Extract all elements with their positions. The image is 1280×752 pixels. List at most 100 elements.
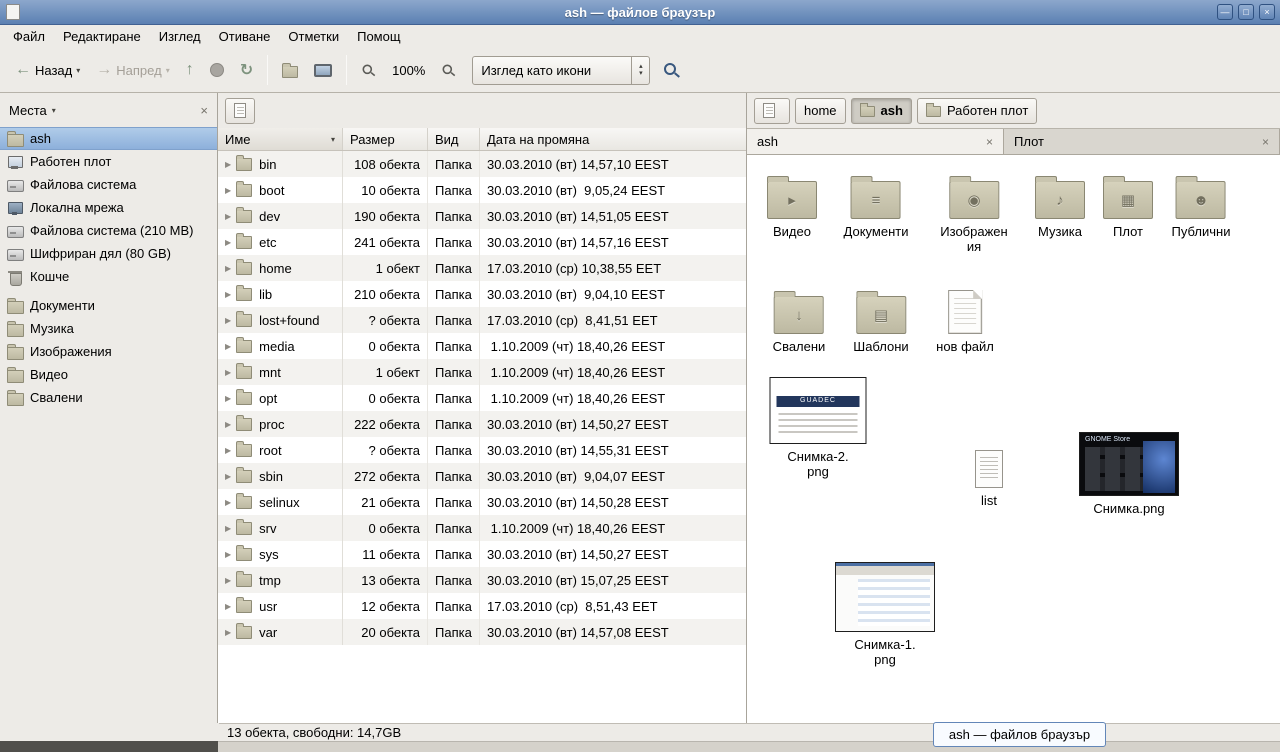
table-row[interactable]: ▶ etc 241 обекта Папка 30.03.2010 (вт) 1… xyxy=(218,229,746,255)
expander-icon[interactable]: ▶ xyxy=(225,576,231,585)
root-location-button[interactable] xyxy=(225,98,255,124)
file-icon[interactable]: ▤ xyxy=(856,296,906,334)
tab-close-icon[interactable]: × xyxy=(986,135,993,149)
up-button[interactable]: ↑ xyxy=(178,53,202,87)
file-icon[interactable]: ◉ xyxy=(949,181,999,219)
expander-icon[interactable]: ▶ xyxy=(225,290,231,299)
file-icon[interactable]: ↓ xyxy=(774,296,824,334)
file-icon[interactable]: ♪ xyxy=(1035,181,1085,219)
column-header-size[interactable]: Размер xyxy=(343,128,428,150)
expander-icon[interactable]: ▶ xyxy=(225,368,231,377)
file-item[interactable]: ☻ Публични xyxy=(1172,175,1231,239)
expander-icon[interactable]: ▶ xyxy=(225,498,231,507)
pathbar-button[interactable]: ash xyxy=(851,98,912,124)
reload-button[interactable]: ↻ xyxy=(232,53,261,87)
tab[interactable]: Плот × xyxy=(1004,129,1280,154)
expander-icon[interactable]: ▶ xyxy=(225,186,231,195)
column-header-name[interactable]: Име ▾ xyxy=(218,128,343,150)
table-row[interactable]: ▶ sbin 272 обекта Папка 30.03.2010 (вт) … xyxy=(218,463,746,489)
expander-icon[interactable]: ▶ xyxy=(225,472,231,481)
table-row[interactable]: ▶ lib 210 обекта Папка 30.03.2010 (вт) 9… xyxy=(218,281,746,307)
file-icon[interactable] xyxy=(975,450,1003,488)
sidebar-title[interactable]: Места xyxy=(9,103,47,118)
menu-item[interactable]: Помощ xyxy=(348,26,409,47)
expander-icon[interactable]: ▶ xyxy=(225,524,231,533)
table-row[interactable]: ▶ selinux 21 обекта Папка 30.03.2010 (вт… xyxy=(218,489,746,515)
file-icon[interactable]: ▦ xyxy=(1103,181,1153,219)
zoom-in-button[interactable] xyxy=(433,53,464,87)
sidebar-item[interactable]: Кошче xyxy=(0,265,217,288)
maximize-button[interactable]: □ xyxy=(1238,4,1254,20)
table-row[interactable]: ▶ usr 12 обекта Папка 17.03.2010 (ср) 8,… xyxy=(218,593,746,619)
menu-item[interactable]: Файл xyxy=(4,26,54,47)
computer-button[interactable] xyxy=(306,53,340,87)
back-button[interactable]: ← Назад ▾ xyxy=(7,53,88,87)
file-item[interactable]: ▦ Плот xyxy=(1103,175,1153,239)
table-row[interactable]: ▶ media 0 обекта Папка 1.10.2009 (чт) 18… xyxy=(218,333,746,359)
expander-icon[interactable]: ▶ xyxy=(225,420,231,429)
sidebar-item[interactable]: Музика xyxy=(0,317,217,340)
tab[interactable]: ash × xyxy=(747,129,1004,154)
file-item[interactable]: Снимка-1. png xyxy=(835,562,935,667)
file-icon[interactable] xyxy=(948,290,982,334)
minimize-button[interactable]: — xyxy=(1217,4,1233,20)
sidebar-item[interactable]: Шифриран дял (80 GB) xyxy=(0,242,217,265)
stop-button[interactable] xyxy=(202,53,232,87)
home-button[interactable] xyxy=(274,53,306,87)
file-item[interactable]: ◉ Изображен ия xyxy=(940,175,1007,254)
chevron-down-icon[interactable]: ▾ xyxy=(52,106,56,115)
file-icon[interactable]: GNOME Store xyxy=(1079,432,1179,496)
table-row[interactable]: ▶ home 1 обект Папка 17.03.2010 (ср) 10,… xyxy=(218,255,746,281)
file-icon[interactable]: ☻ xyxy=(1176,181,1226,219)
close-button[interactable]: × xyxy=(1259,4,1275,20)
table-row[interactable]: ▶ sys 11 обекта Папка 30.03.2010 (вт) 14… xyxy=(218,541,746,567)
sidebar-item[interactable]: Работен плот xyxy=(0,150,217,173)
file-item[interactable]: ↓ Свалени xyxy=(773,290,826,354)
column-header-date[interactable]: Дата на промяна xyxy=(480,128,746,150)
expander-icon[interactable]: ▶ xyxy=(225,394,231,403)
table-row[interactable]: ▶ boot 10 обекта Папка 30.03.2010 (вт) 9… xyxy=(218,177,746,203)
titlebar[interactable]: ash — файлов браузър — □ × xyxy=(0,0,1280,25)
expander-icon[interactable]: ▶ xyxy=(225,316,231,325)
expander-icon[interactable]: ▶ xyxy=(225,160,231,169)
taskbar-window-button[interactable]: ash — файлов браузър xyxy=(933,722,1106,747)
zoom-out-button[interactable] xyxy=(353,53,384,87)
expander-icon[interactable]: ▶ xyxy=(225,264,231,273)
menu-item[interactable]: Отметки xyxy=(279,26,348,47)
chevron-down-icon[interactable]: ▾ xyxy=(76,66,80,75)
pathbar-button[interactable] xyxy=(754,98,790,124)
sidebar-item[interactable]: Свалени xyxy=(0,386,217,409)
sidebar-item[interactable]: Изображения xyxy=(0,340,217,363)
expander-icon[interactable]: ▶ xyxy=(225,602,231,611)
table-row[interactable]: ▶ tmp 13 обекта Папка 30.03.2010 (вт) 15… xyxy=(218,567,746,593)
file-icon[interactable] xyxy=(835,562,935,632)
table-row[interactable]: ▶ var 20 обекта Папка 30.03.2010 (вт) 14… xyxy=(218,619,746,645)
menu-item[interactable]: Отиване xyxy=(210,26,280,47)
view-mode-select[interactable]: Изглед като икони xyxy=(472,56,650,85)
tab-close-icon[interactable]: × xyxy=(1262,135,1269,149)
sidebar-item[interactable]: Файлова система (210 MB) xyxy=(0,219,217,242)
sidebar-close-icon[interactable]: × xyxy=(200,103,208,118)
file-item[interactable]: GNOME Store Снимка.png xyxy=(1079,432,1179,516)
expander-icon[interactable]: ▶ xyxy=(225,446,231,455)
file-item[interactable]: ≡ Документи xyxy=(844,175,909,239)
file-icon[interactable]: GUADEC xyxy=(770,377,867,444)
search-button[interactable] xyxy=(656,53,687,87)
pathbar-button[interactable]: Работен плот xyxy=(917,98,1037,124)
sidebar-item[interactable]: Файлова система xyxy=(0,173,217,196)
menu-item[interactable]: Изглед xyxy=(150,26,210,47)
column-header-type[interactable]: Вид xyxy=(428,128,480,150)
table-row[interactable]: ▶ dev 190 обекта Папка 30.03.2010 (вт) 1… xyxy=(218,203,746,229)
sidebar-item[interactable]: Видео xyxy=(0,363,217,386)
table-row[interactable]: ▶ proc 222 обекта Папка 30.03.2010 (вт) … xyxy=(218,411,746,437)
expander-icon[interactable]: ▶ xyxy=(225,628,231,637)
expander-icon[interactable]: ▶ xyxy=(225,238,231,247)
sidebar-item[interactable]: ash xyxy=(0,127,217,150)
file-item[interactable]: нов файл xyxy=(936,290,994,354)
file-item[interactable]: ▸ Видео xyxy=(767,175,817,239)
sidebar-item[interactable]: Локална мрежа xyxy=(0,196,217,219)
file-icon[interactable]: ≡ xyxy=(851,181,901,219)
file-item[interactable]: ♪ Музика xyxy=(1035,175,1085,239)
file-icon[interactable]: ▸ xyxy=(767,181,817,219)
sidebar-item[interactable]: Документи xyxy=(0,294,217,317)
